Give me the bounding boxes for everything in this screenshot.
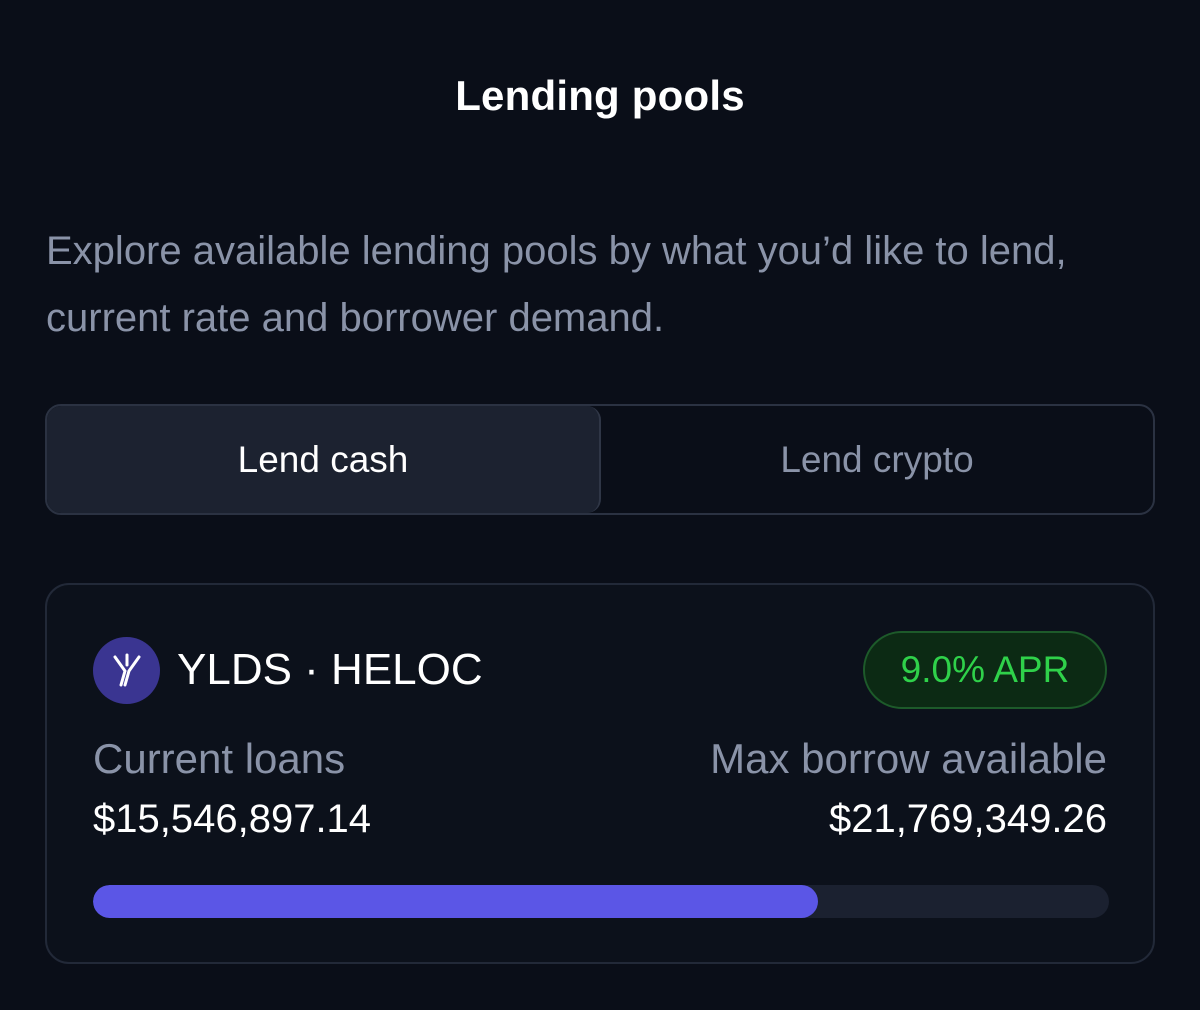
current-loans-label: Current loans [93,735,346,782]
page-title: Lending pools [455,72,745,119]
current-loans-value: $15,546,897.14 [93,797,372,841]
yields-logo-icon [93,637,160,704]
page-description: Explore available lending pools by what … [46,229,1067,340]
lending-pools-page: Lending pools Explore available lending … [0,0,1200,1010]
utilization-progress-bar [93,885,1109,918]
apr-badge: 9.0% APR [863,631,1107,709]
tab-lend-crypto[interactable]: Lend crypto [601,406,1153,513]
max-borrow-value: $21,769,349.26 [828,797,1107,841]
pool-name: YLDS · HELOC [177,645,483,694]
max-borrow-label: Max borrow available [710,735,1107,782]
utilization-progress-fill [93,885,819,918]
lend-type-tabs: Lend cash Lend crypto [45,404,1155,515]
tab-lend-cash[interactable]: Lend cash [47,406,601,513]
pool-card[interactable]: YLDS · HELOC 9.0% APR Current loans Max … [45,583,1155,964]
